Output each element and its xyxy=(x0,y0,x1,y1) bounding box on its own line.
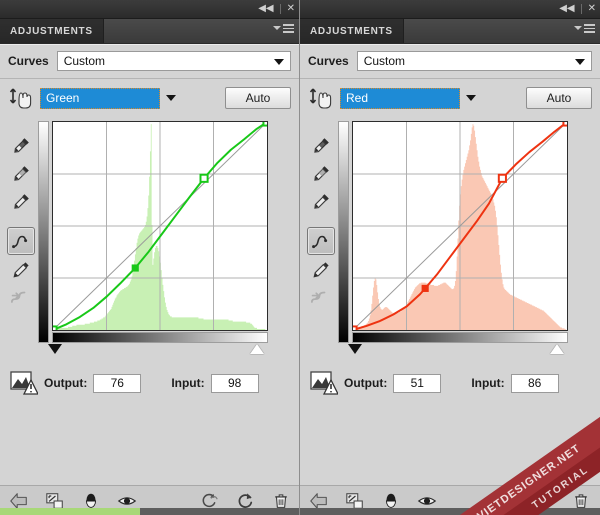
curves-plot-area[interactable] xyxy=(352,121,568,331)
panel-tabstrip: ADJUSTMENTS xyxy=(300,19,600,44)
collapse-panel-icon[interactable]: ◀◀ xyxy=(559,4,574,14)
clipping-warning-icon[interactable] xyxy=(10,370,40,396)
on-image-adjust-hand-icon[interactable] xyxy=(8,85,34,111)
chevron-down-icon xyxy=(466,94,476,101)
on-image-adjust-hand-icon[interactable] xyxy=(308,85,334,111)
output-gradient-bar xyxy=(338,121,349,343)
bottom-dark-strip xyxy=(140,508,299,515)
tab-adjustments[interactable]: ADJUSTMENTS xyxy=(0,19,104,43)
black-white-point-sliders xyxy=(338,344,568,360)
chevron-down-icon xyxy=(575,59,585,65)
input-field[interactable]: 86 xyxy=(510,373,559,393)
black-point-eyedropper-icon[interactable] xyxy=(308,133,334,159)
channel-row: Green Auto xyxy=(0,79,299,117)
white-point-slider[interactable] xyxy=(250,344,264,354)
black-point-slider[interactable] xyxy=(48,344,62,354)
adjustments-panels-container: ◀◀ ✕ ADJUSTMENTS Curves Custom Green Aut… xyxy=(0,0,600,515)
chevron-down-icon xyxy=(274,59,284,65)
input-gradient-bar xyxy=(52,332,268,343)
clipping-warning-icon[interactable] xyxy=(310,370,340,396)
output-field[interactable]: 76 xyxy=(93,373,142,393)
white-point-eyedropper-icon[interactable] xyxy=(308,189,334,215)
tab-adjustments[interactable]: ADJUSTMENTS xyxy=(300,19,404,43)
curves-graph[interactable] xyxy=(38,121,268,343)
channel-value: Red xyxy=(346,91,369,105)
black-point-slider[interactable] xyxy=(348,344,362,354)
channel-dropdown[interactable]: Green xyxy=(40,87,176,109)
smooth-curve-icon[interactable] xyxy=(8,285,34,311)
smooth-curve-icon[interactable] xyxy=(308,285,334,311)
panel-menu-icon[interactable] xyxy=(574,24,595,33)
auto-button[interactable]: Auto xyxy=(225,87,291,109)
tabstrip-filler xyxy=(404,19,600,43)
black-white-point-sliders xyxy=(38,344,268,360)
titlebar-divider xyxy=(279,4,281,14)
input-gradient-bar xyxy=(352,332,568,343)
curves-toolbar xyxy=(304,121,338,360)
channel-value: Green xyxy=(46,91,80,105)
tabstrip-filler xyxy=(104,19,299,43)
adjustments-panel-green: ◀◀ ✕ ADJUSTMENTS Curves Custom Green Aut… xyxy=(0,0,300,515)
adjustments-panel-red: ◀◀ ✕ ADJUSTMENTS Curves Custom Red Auto … xyxy=(300,0,600,515)
output-gradient-bar xyxy=(38,121,49,343)
titlebar-divider xyxy=(580,4,582,14)
curve-tool-icon[interactable] xyxy=(7,227,35,255)
preset-dropdown[interactable]: Custom xyxy=(356,51,592,71)
input-field[interactable]: 98 xyxy=(210,373,259,393)
white-point-eyedropper-icon[interactable] xyxy=(8,189,34,215)
panel-tabstrip: ADJUSTMENTS xyxy=(0,19,299,44)
input-label: Input: xyxy=(171,376,205,390)
output-label: Output: xyxy=(44,376,88,390)
curves-body xyxy=(300,117,600,360)
channel-dropdown[interactable]: Red xyxy=(340,87,476,109)
collapse-panel-icon[interactable]: ◀◀ xyxy=(258,4,273,14)
output-label: Output: xyxy=(344,376,388,390)
output-field[interactable]: 51 xyxy=(393,373,442,393)
curves-plot-area[interactable] xyxy=(52,121,268,331)
gray-point-eyedropper-icon[interactable] xyxy=(8,161,34,187)
panel-menu-icon[interactable] xyxy=(273,24,294,33)
curve-tool-icon[interactable] xyxy=(307,227,335,255)
auto-button[interactable]: Auto xyxy=(526,87,592,109)
curves-body xyxy=(0,117,299,360)
pencil-tool-icon[interactable] xyxy=(308,257,334,283)
white-point-slider[interactable] xyxy=(550,344,564,354)
adjustment-title: Curves xyxy=(8,54,49,68)
bottom-dark-strip xyxy=(300,508,600,515)
curves-toolbar xyxy=(4,121,38,360)
preset-row: Curves Custom xyxy=(0,44,299,79)
close-icon[interactable]: ✕ xyxy=(588,4,596,14)
chevron-down-icon xyxy=(166,94,176,101)
adjustment-title: Curves xyxy=(308,54,349,68)
channel-row: Red Auto xyxy=(300,79,600,117)
input-label: Input: xyxy=(471,376,505,390)
black-point-eyedropper-icon[interactable] xyxy=(8,133,34,159)
window-titlebar: ◀◀ ✕ xyxy=(0,0,299,19)
close-icon[interactable]: ✕ xyxy=(287,4,295,14)
bottom-color-strip xyxy=(0,508,140,515)
curves-graph[interactable] xyxy=(338,121,568,343)
output-input-row: Output: 51 Input: 86 xyxy=(300,360,600,396)
output-input-row: Output: 76 Input: 98 xyxy=(0,360,299,396)
window-titlebar: ◀◀ ✕ xyxy=(300,0,600,19)
gray-point-eyedropper-icon[interactable] xyxy=(308,161,334,187)
preset-value: Custom xyxy=(363,54,406,68)
preset-value: Custom xyxy=(63,54,106,68)
pencil-tool-icon[interactable] xyxy=(8,257,34,283)
preset-row: Curves Custom xyxy=(300,44,600,79)
preset-dropdown[interactable]: Custom xyxy=(56,51,291,71)
